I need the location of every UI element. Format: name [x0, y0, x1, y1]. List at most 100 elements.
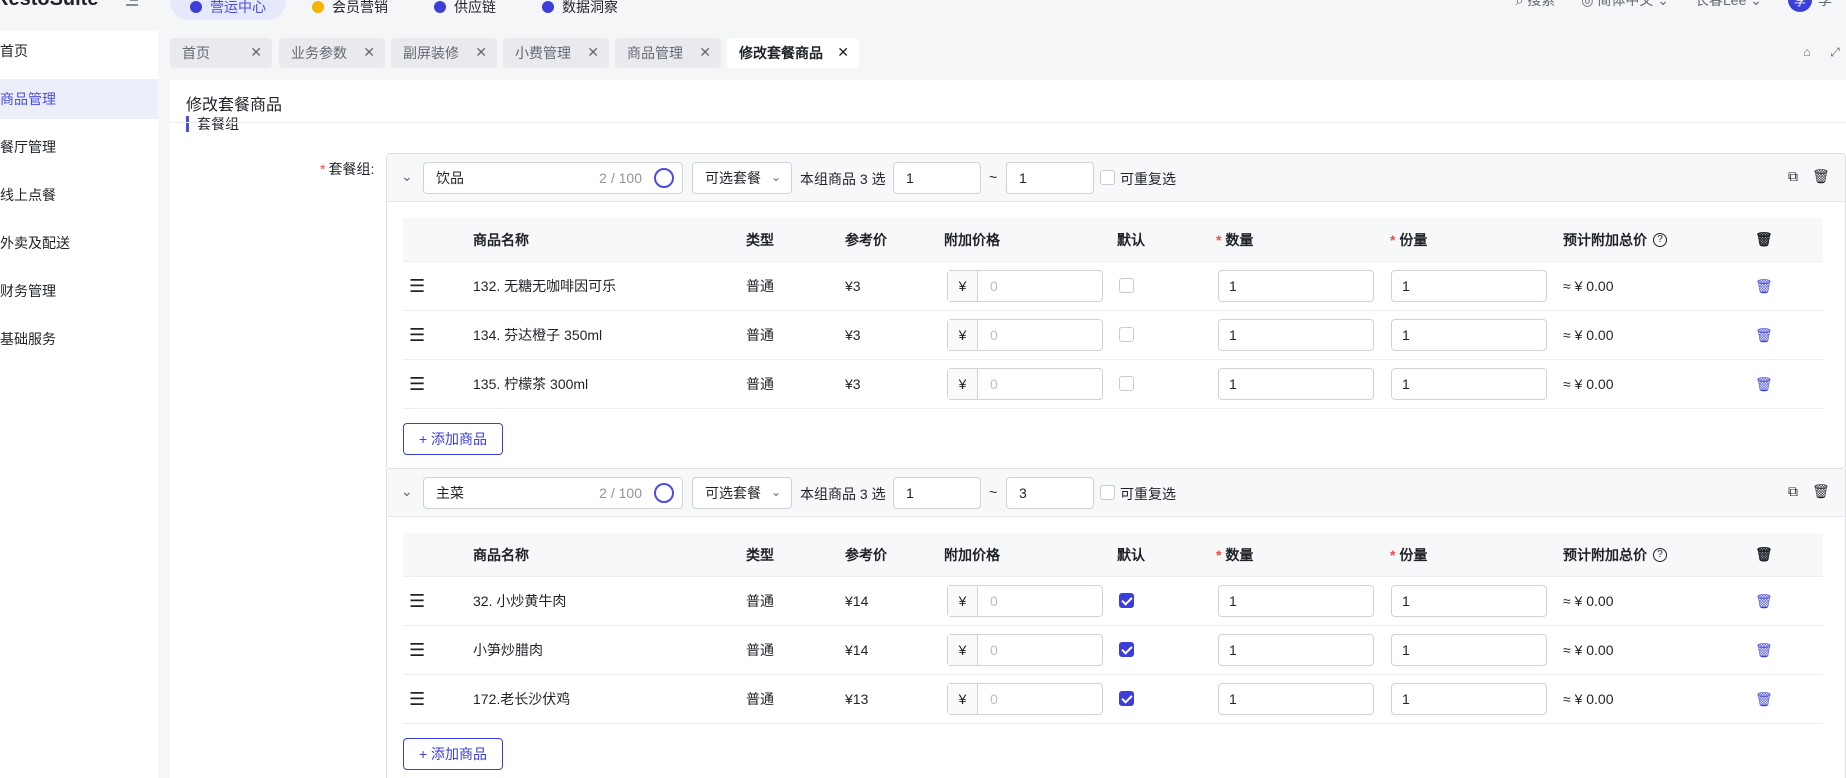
menu-collapse-icon[interactable] — [124, 0, 140, 8]
close-icon[interactable]: ✕ — [475, 44, 487, 61]
sidebar-item-finance[interactable]: 财务管理 — [0, 271, 158, 311]
max-select-input[interactable]: 3 — [1006, 477, 1094, 509]
portion-input[interactable]: 1 — [1391, 634, 1547, 666]
trash-icon[interactable]: 🗑 — [1812, 483, 1830, 501]
min-select-input[interactable]: 1 — [893, 162, 981, 194]
sidebar-item-base-services[interactable]: 基础服务 — [0, 319, 158, 359]
default-checkbox[interactable] — [1119, 327, 1134, 342]
delete-row-icon[interactable]: 🗑 — [1755, 577, 1773, 625]
extra-price-input[interactable]: ¥0 — [947, 319, 1103, 351]
qty-input[interactable]: 1 — [1218, 634, 1374, 666]
drag-handle-icon[interactable]: ☰ — [409, 360, 425, 408]
collapse-chevron-icon[interactable]: ⌄ — [401, 168, 413, 185]
tab-screen-decor[interactable]: 副屏装修 ✕ — [391, 38, 497, 68]
field-label-text: 套餐组: — [328, 161, 375, 177]
group-name-input[interactable]: 饮品 2 / 100 — [423, 162, 683, 194]
item-ref-price: ¥3 — [845, 327, 861, 343]
drag-handle-icon[interactable]: ☰ — [409, 577, 425, 625]
tab-edit-combo[interactable]: 修改套餐商品 ✕ — [727, 38, 859, 68]
default-checkbox[interactable] — [1119, 593, 1134, 608]
sidebar-item-products[interactable]: 商品管理 — [0, 79, 158, 119]
tab-business-params[interactable]: 业务参数 ✕ — [279, 38, 385, 68]
collapse-chevron-icon[interactable]: ⌄ — [401, 483, 413, 500]
close-icon[interactable]: ✕ — [837, 44, 849, 61]
qty-input[interactable]: 1 — [1218, 319, 1374, 351]
lock-tabs-icon[interactable]: ⌂ — [1796, 41, 1818, 63]
topnav-marketing[interactable]: 会员营销 — [292, 0, 408, 20]
translate-icon[interactable] — [654, 168, 674, 188]
table-row: ☰ 32. 小炒黄牛肉 普通 ¥14 ¥0 1 1 ≈ ¥ 0.00 🗑 — [403, 577, 1823, 626]
fullscreen-icon[interactable]: ⤢ — [1824, 41, 1846, 63]
language-select[interactable]: ◎ 简体中文 ⌄ — [1581, 0, 1669, 10]
portion-input[interactable]: 1 — [1391, 270, 1547, 302]
group-mode-select[interactable]: 可选套餐 ⌄ — [692, 477, 792, 509]
sidebar-item-online-order[interactable]: 线上点餐 — [0, 175, 158, 215]
copy-icon[interactable]: ⧉ — [1788, 483, 1806, 501]
sidebar-item-home[interactable]: 首页 — [0, 31, 158, 71]
qty-value: 1 — [1229, 327, 1237, 343]
topnav-insights[interactable]: 数据洞察 — [522, 0, 638, 20]
qty-input[interactable]: 1 — [1218, 270, 1374, 302]
close-icon[interactable]: ✕ — [250, 44, 262, 61]
drag-handle-icon[interactable]: ☰ — [409, 626, 425, 674]
drag-handle-icon[interactable]: ☰ — [409, 311, 425, 359]
topnav-operations[interactable]: 营运中心 — [170, 0, 286, 20]
qty-input[interactable]: 1 — [1218, 585, 1374, 617]
tab-tips[interactable]: 小费管理 ✕ — [503, 38, 609, 68]
trash-icon[interactable]: 🗑 — [1755, 533, 1773, 576]
portion-input[interactable]: 1 — [1391, 683, 1547, 715]
help-icon[interactable]: ? — [1653, 547, 1667, 562]
help-icon[interactable]: ? — [1653, 232, 1667, 247]
delete-row-icon[interactable]: 🗑 — [1755, 675, 1773, 723]
extra-price-input[interactable]: ¥0 — [947, 270, 1103, 302]
user-menu[interactable]: 长春Lee ⌄ — [1695, 0, 1762, 10]
trash-icon[interactable]: 🗑 — [1812, 168, 1830, 186]
min-select-input[interactable]: 1 — [893, 477, 981, 509]
group-name-input[interactable]: 主菜 2 / 100 — [423, 477, 683, 509]
delete-row-icon[interactable]: 🗑 — [1755, 311, 1773, 359]
portion-input[interactable]: 1 — [1391, 368, 1547, 400]
tab-label: 商品管理 — [627, 45, 683, 61]
tab-label: 首页 — [182, 45, 210, 61]
trash-icon[interactable]: 🗑 — [1755, 218, 1773, 261]
topnav-label: 供应链 — [454, 0, 496, 15]
qty-input[interactable]: 1 — [1218, 368, 1374, 400]
delete-row-icon[interactable]: 🗑 — [1755, 262, 1773, 310]
col-default: 默认 — [1117, 231, 1145, 248]
tab-home[interactable]: 首页 ✕ — [170, 38, 272, 68]
portion-input[interactable]: 1 — [1391, 585, 1547, 617]
close-icon[interactable]: ✕ — [587, 44, 599, 61]
col-name: 商品名称 — [473, 546, 529, 563]
extra-price-input[interactable]: ¥0 — [947, 368, 1103, 400]
delete-row-icon[interactable]: 🗑 — [1755, 360, 1773, 408]
add-item-button[interactable]: + 添加商品 — [403, 738, 503, 770]
tab-products[interactable]: 商品管理 ✕ — [615, 38, 721, 68]
default-checkbox[interactable] — [1119, 376, 1134, 391]
repeat-checkbox[interactable] — [1100, 170, 1115, 185]
qty-input[interactable]: 1 — [1218, 683, 1374, 715]
extra-price-input[interactable]: ¥0 — [947, 634, 1103, 666]
default-checkbox[interactable] — [1119, 642, 1134, 657]
extra-price-input[interactable]: ¥0 — [947, 585, 1103, 617]
sidebar-item-delivery[interactable]: 外卖及配送 — [0, 223, 158, 263]
default-checkbox[interactable] — [1119, 691, 1134, 706]
add-item-button[interactable]: + 添加商品 — [403, 423, 503, 455]
max-select-input[interactable]: 1 — [1006, 162, 1094, 194]
drag-handle-icon[interactable]: ☰ — [409, 675, 425, 723]
repeat-checkbox[interactable] — [1100, 485, 1115, 500]
translate-icon[interactable] — [654, 483, 674, 503]
avatar-menu[interactable]: 李 李 — [1788, 0, 1846, 12]
drag-handle-icon[interactable]: ☰ — [409, 262, 425, 310]
search-button[interactable]: ⌕ 搜索 — [1516, 0, 1556, 10]
group-mode-select[interactable]: 可选套餐 ⌄ — [692, 162, 792, 194]
portion-input[interactable]: 1 — [1391, 319, 1547, 351]
sidebar-item-restaurant[interactable]: 餐厅管理 — [0, 127, 158, 167]
topnav-supply[interactable]: 供应链 — [414, 0, 516, 20]
copy-icon[interactable]: ⧉ — [1788, 168, 1806, 186]
delete-row-icon[interactable]: 🗑 — [1755, 626, 1773, 674]
close-icon[interactable]: ✕ — [699, 44, 711, 61]
default-checkbox[interactable] — [1119, 278, 1134, 293]
extra-price-input[interactable]: ¥0 — [947, 683, 1103, 715]
repeat-label: 可重复选 — [1120, 171, 1176, 187]
close-icon[interactable]: ✕ — [363, 44, 375, 61]
